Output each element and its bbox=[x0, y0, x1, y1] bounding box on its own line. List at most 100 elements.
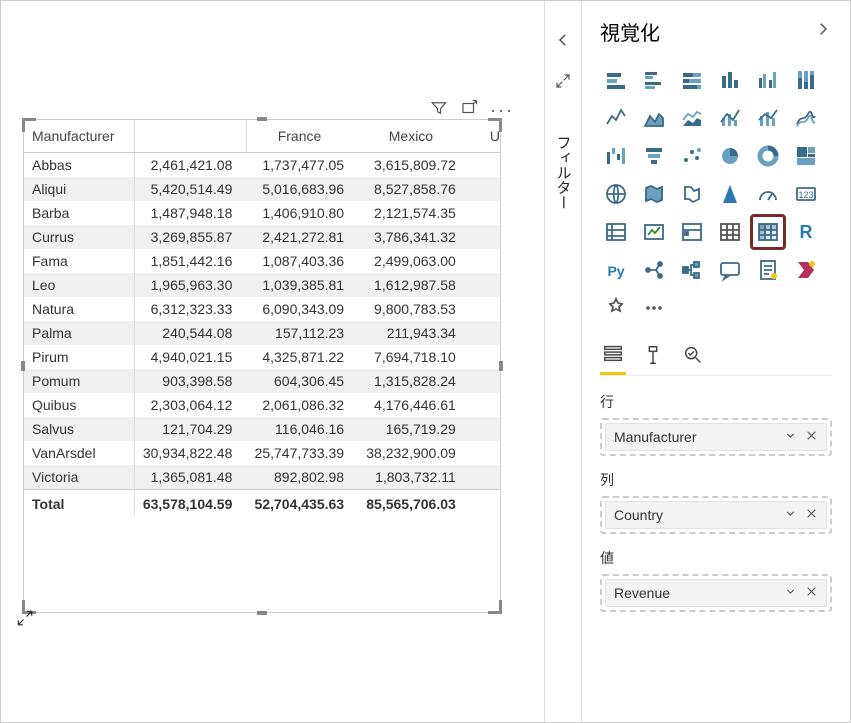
viz-r-visual-icon[interactable]: R bbox=[790, 216, 822, 248]
columns-well[interactable]: Country bbox=[600, 496, 832, 534]
table-row[interactable]: Currus3,269,855.872,421,272.813,786,341.… bbox=[24, 225, 500, 249]
viz-donut-icon[interactable] bbox=[752, 140, 784, 172]
chevron-down-icon[interactable] bbox=[784, 507, 797, 523]
chevron-left-icon[interactable] bbox=[554, 31, 572, 54]
viz-line-icon[interactable] bbox=[600, 102, 632, 134]
viz-clustered-bar-icon[interactable] bbox=[638, 64, 670, 96]
resize-handle[interactable] bbox=[257, 117, 267, 121]
viz-stacked-column-icon[interactable] bbox=[714, 64, 746, 96]
table-row[interactable]: Fama1,851,442.161,087,403.362,499,063.00 bbox=[24, 249, 500, 273]
resize-handle[interactable] bbox=[257, 611, 267, 615]
expand-icon[interactable] bbox=[554, 72, 572, 95]
viz-table-icon[interactable] bbox=[714, 216, 746, 248]
filters-label[interactable]: フィルター bbox=[553, 135, 574, 210]
viz-scatter-icon[interactable] bbox=[676, 140, 708, 172]
viz-pie-icon[interactable] bbox=[714, 140, 746, 172]
close-icon[interactable] bbox=[805, 507, 818, 523]
viz-waterfall-icon[interactable] bbox=[600, 140, 632, 172]
table-row[interactable]: Pomum903,398.58604,306.451,315,828.24 bbox=[24, 369, 500, 393]
viz-line-stacked-icon[interactable] bbox=[752, 102, 784, 134]
table-row[interactable]: Quibus2,303,064.122,061,086.324,176,446.… bbox=[24, 393, 500, 417]
viz-python-icon[interactable]: Py bbox=[600, 254, 632, 286]
viz-more-icon[interactable] bbox=[638, 292, 670, 324]
column-header[interactable]: France bbox=[246, 120, 358, 153]
viz-ribbon-icon[interactable] bbox=[790, 102, 822, 134]
viz-stacked-bar-icon[interactable] bbox=[600, 64, 632, 96]
viz-arcgis-icon[interactable] bbox=[714, 178, 746, 210]
cell: 3,615,809.72 bbox=[358, 153, 470, 178]
row-label: Aliqui bbox=[24, 177, 134, 201]
cell: 1,851,442.16 bbox=[134, 249, 246, 273]
table-row[interactable]: Victoria1,365,081.48892,802.981,803,732.… bbox=[24, 465, 500, 490]
viz-treemap-icon[interactable] bbox=[790, 140, 822, 172]
viz-clustered-column-icon[interactable] bbox=[752, 64, 784, 96]
cell: 6,312,323.33 bbox=[134, 297, 246, 321]
matrix-scroll-area[interactable]: Manufacturer France Mexico U Abbas2,461,… bbox=[24, 120, 500, 596]
field-chip-manufacturer[interactable]: Manufacturer bbox=[605, 423, 827, 451]
tab-format[interactable] bbox=[640, 338, 666, 375]
values-well[interactable]: Revenue bbox=[600, 574, 832, 612]
table-row[interactable]: Aliqui5,420,514.495,016,683.968,527,858.… bbox=[24, 177, 500, 201]
viz-powerapps-icon[interactable] bbox=[790, 254, 822, 286]
viz-gauge-icon[interactable] bbox=[752, 178, 784, 210]
cell: 4,940,021.15 bbox=[134, 345, 246, 369]
matrix-visual[interactable]: Manufacturer France Mexico U Abbas2,461,… bbox=[23, 119, 501, 613]
resize-handle[interactable] bbox=[499, 361, 503, 371]
viz-filled-map-icon[interactable] bbox=[638, 178, 670, 210]
row-header[interactable]: Manufacturer bbox=[24, 120, 134, 153]
tab-fields[interactable] bbox=[600, 338, 626, 375]
viz-shape-map-icon[interactable] bbox=[676, 178, 708, 210]
table-row[interactable]: Pirum4,940,021.154,325,871.227,694,718.1… bbox=[24, 345, 500, 369]
close-icon[interactable] bbox=[805, 429, 818, 445]
table-row[interactable]: Palma240,544.08157,112.23211,943.34 bbox=[24, 321, 500, 345]
viz-decomposition-tree-icon[interactable] bbox=[676, 254, 708, 286]
viz-stacked-100-bar-icon[interactable] bbox=[676, 64, 708, 96]
viz-paginated-icon[interactable] bbox=[752, 254, 784, 286]
table-row[interactable]: Barba1,487,948.181,406,910.802,121,574.3… bbox=[24, 201, 500, 225]
chevron-down-icon[interactable] bbox=[784, 429, 797, 445]
viz-custom-icon[interactable] bbox=[600, 292, 632, 324]
resize-handle[interactable] bbox=[21, 361, 25, 371]
table-row[interactable]: VanArsdel30,934,822.4825,747,733.3938,23… bbox=[24, 441, 500, 465]
visualizations-pane: 視覚化 123RPy 行 Manufacturer bbox=[582, 1, 850, 722]
viz-funnel-icon[interactable] bbox=[638, 140, 670, 172]
table-row[interactable]: Abbas2,461,421.081,737,477.053,615,809.7… bbox=[24, 153, 500, 178]
cell: 8,527,858.76 bbox=[358, 177, 470, 201]
viz-map-icon[interactable] bbox=[600, 178, 632, 210]
viz-matrix-icon[interactable] bbox=[752, 216, 784, 248]
resize-handle[interactable] bbox=[488, 600, 502, 614]
viz-area-icon[interactable] bbox=[638, 102, 670, 134]
filters-pane-collapsed[interactable]: フィルター bbox=[544, 1, 582, 722]
close-icon[interactable] bbox=[805, 585, 818, 601]
viz-slicer-icon[interactable] bbox=[676, 216, 708, 248]
viz-key-influencers-icon[interactable] bbox=[638, 254, 670, 286]
cell: 1,612,987.58 bbox=[358, 273, 470, 297]
viz-qa-icon[interactable] bbox=[714, 254, 746, 286]
rows-well[interactable]: Manufacturer bbox=[600, 418, 832, 456]
cell: 1,487,948.18 bbox=[134, 201, 246, 225]
cell: 5,420,514.49 bbox=[134, 177, 246, 201]
resize-handle[interactable] bbox=[22, 118, 36, 132]
field-name: Manufacturer bbox=[614, 429, 696, 445]
viz-card-icon[interactable]: 123 bbox=[790, 178, 822, 210]
viz-stacked-area-icon[interactable] bbox=[676, 102, 708, 134]
cell: 38,232,900.09 bbox=[358, 441, 470, 465]
svg-text:123: 123 bbox=[798, 190, 813, 200]
chevron-down-icon[interactable] bbox=[784, 585, 797, 601]
table-row[interactable]: Salvus121,704.29116,046.16165,719.29 bbox=[24, 417, 500, 441]
viz-stacked-100-column-icon[interactable] bbox=[790, 64, 822, 96]
table-row[interactable]: Leo1,965,963.301,039,385.811,612,987.58 bbox=[24, 273, 500, 297]
pane-title: 視覚化 bbox=[600, 17, 660, 46]
report-canvas[interactable]: ··· Manufacturer France Mexico bbox=[1, 1, 544, 722]
viz-multi-row-card-icon[interactable] bbox=[600, 216, 632, 248]
column-header[interactable]: Mexico bbox=[358, 120, 470, 153]
resize-handle[interactable] bbox=[488, 118, 502, 132]
chevron-right-icon[interactable] bbox=[814, 20, 832, 44]
field-chip-country[interactable]: Country bbox=[605, 501, 827, 529]
field-chip-revenue[interactable]: Revenue bbox=[605, 579, 827, 607]
viz-kpi-icon[interactable] bbox=[638, 216, 670, 248]
table-row[interactable]: Natura6,312,323.336,090,343.099,800,783.… bbox=[24, 297, 500, 321]
viz-line-clustered-icon[interactable] bbox=[714, 102, 746, 134]
tab-analytics[interactable] bbox=[680, 338, 706, 375]
row-label: Fama bbox=[24, 249, 134, 273]
